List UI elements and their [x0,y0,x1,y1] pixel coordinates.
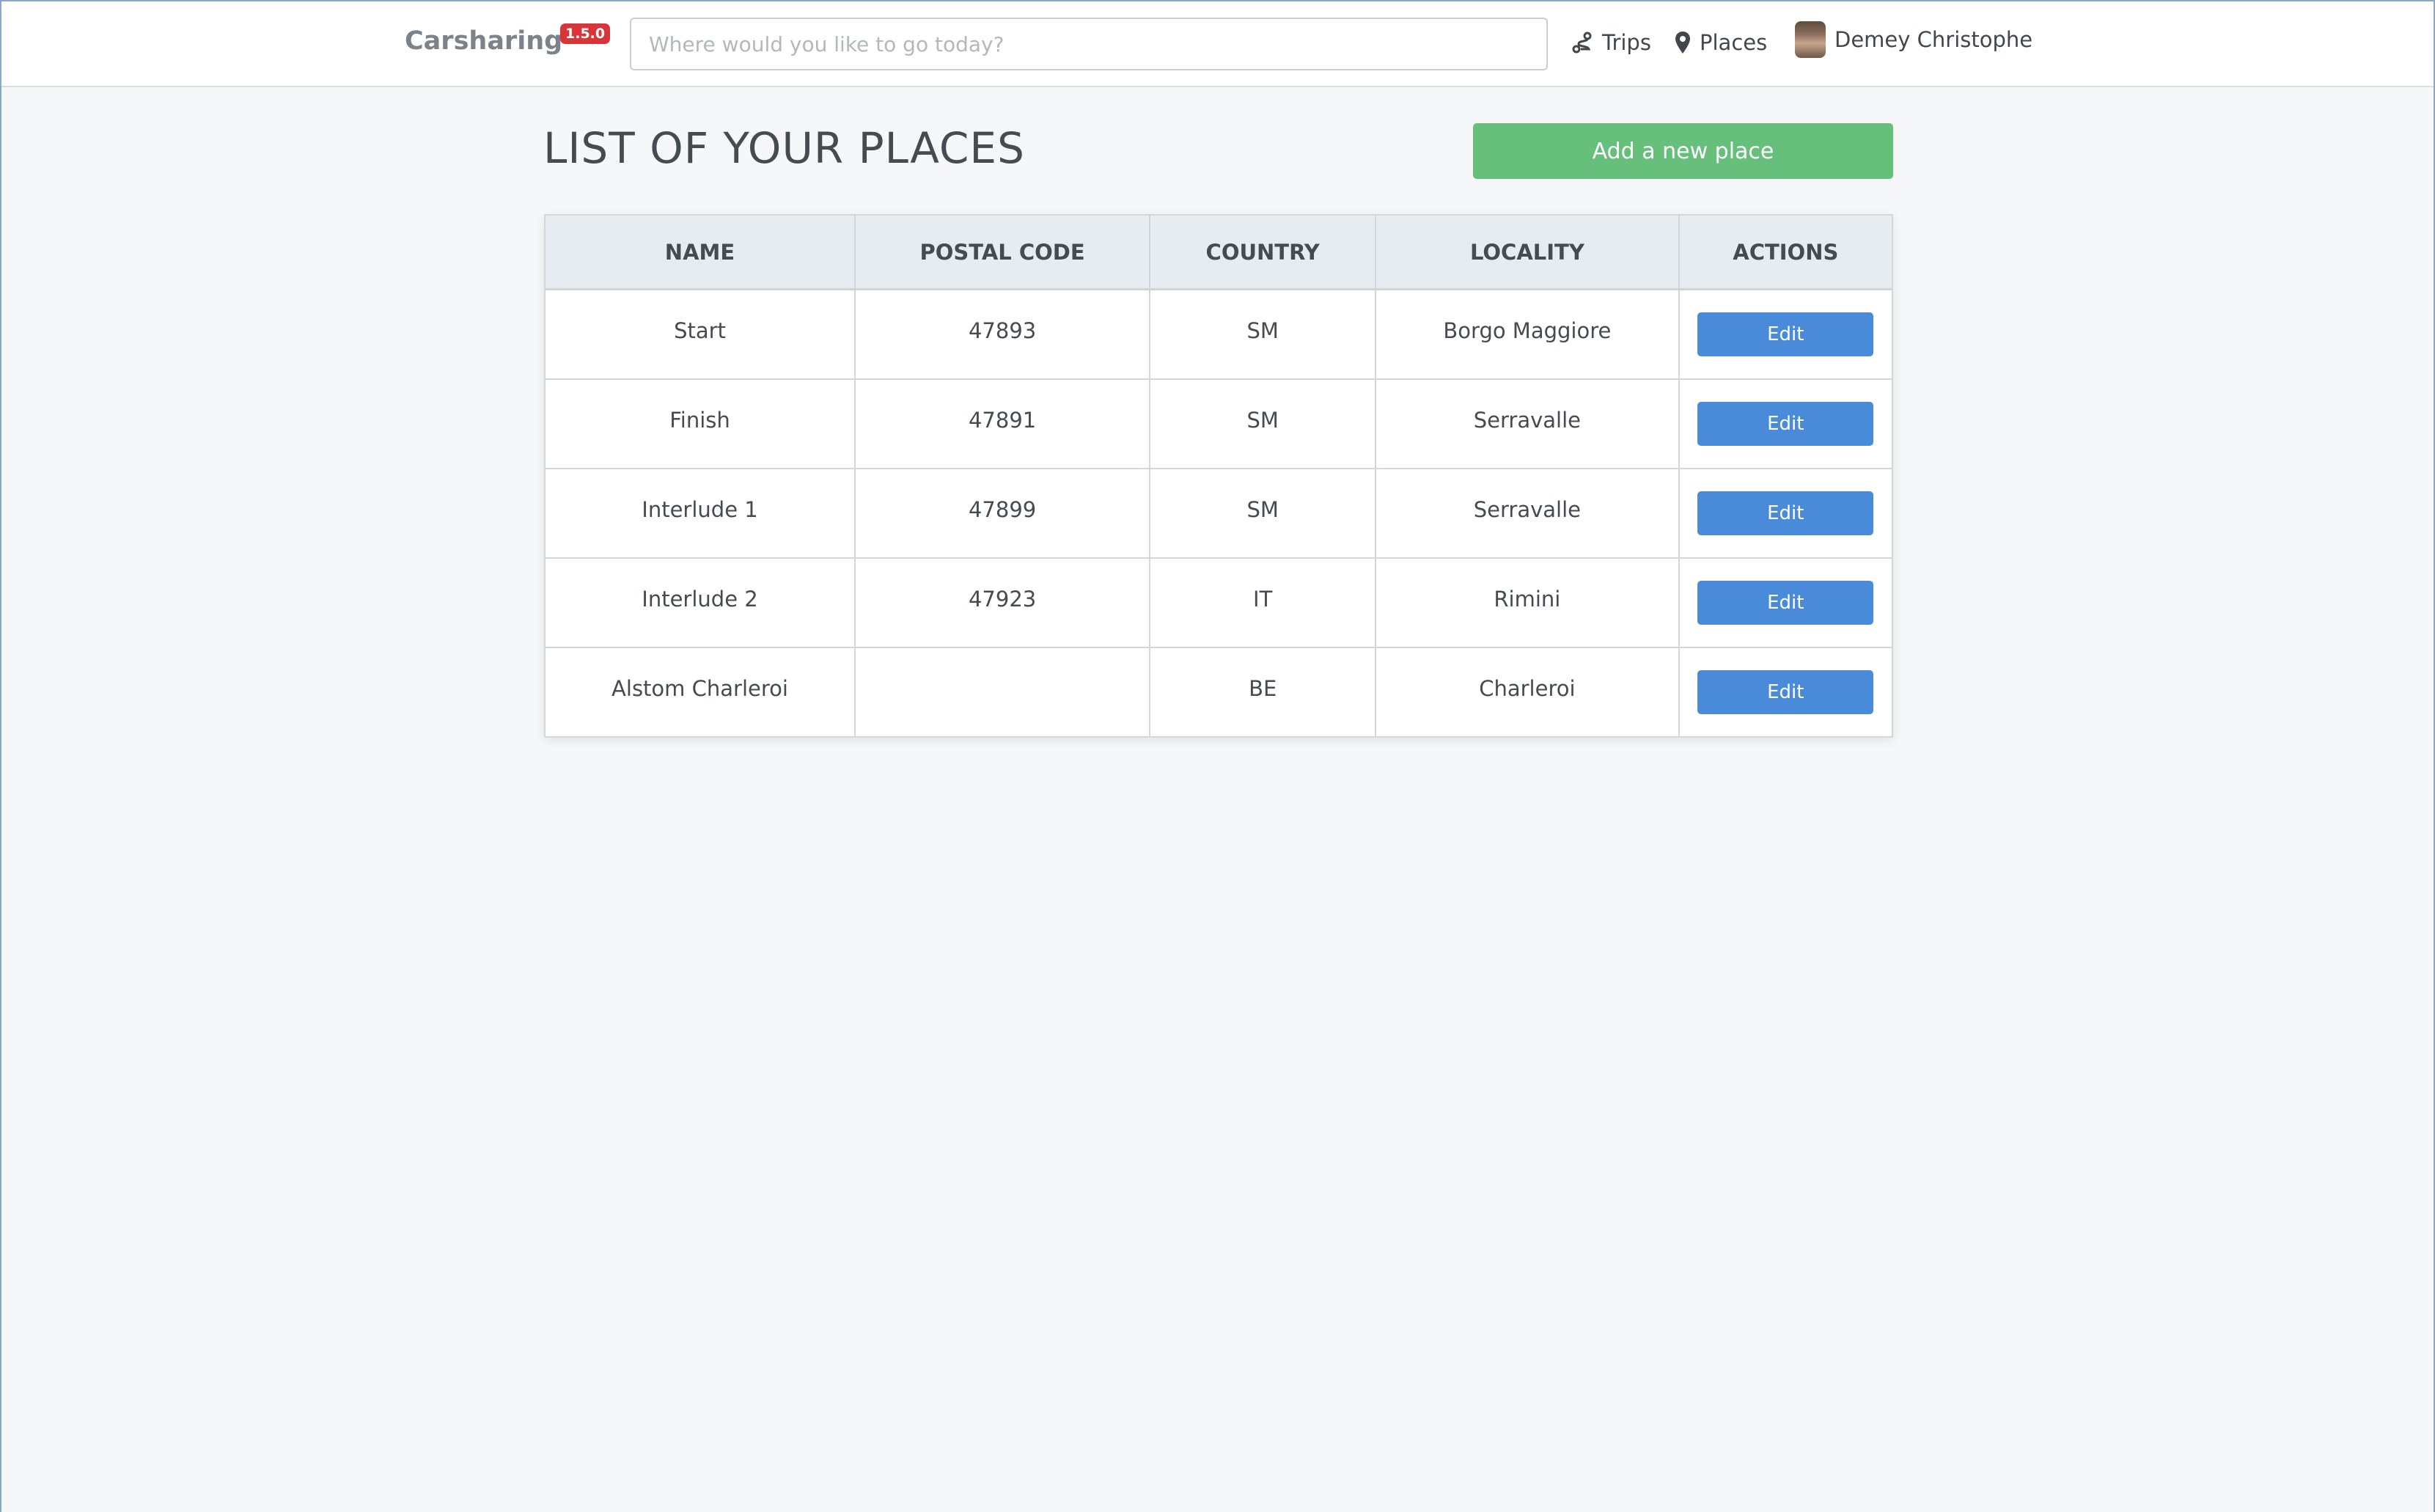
add-place-button[interactable]: Add a new place [1473,123,1893,179]
header-country: COUNTRY [1149,214,1377,290]
header-postal-code: POSTAL CODE [853,214,1151,290]
cell-locality: Rimini [1375,557,1680,648]
cell-actions: Edit [1678,468,1894,559]
avatar [1795,21,1826,58]
brand-logo[interactable]: Carsharing [405,26,562,56]
cell-actions: Edit [1678,288,1894,380]
cell-country: SM [1149,288,1377,380]
cell-country: SM [1149,378,1377,469]
cell-name: Start [544,288,856,380]
route-icon [1571,32,1593,54]
cell-actions: Edit [1678,378,1894,469]
places-table: NAME POSTAL CODE COUNTRY LOCALITY ACTION… [544,214,1894,738]
cell-name: Finish [544,378,856,469]
cell-postal-code: 47899 [853,468,1151,559]
cell-country: BE [1149,647,1377,738]
cell-locality: Serravalle [1375,468,1680,559]
search-input[interactable] [630,18,1548,70]
cell-name: Interlude 1 [544,468,856,559]
edit-button[interactable]: Edit [1697,312,1874,356]
cell-actions: Edit [1678,647,1894,738]
header-name: NAME [544,214,856,290]
map-marker-icon [1675,31,1691,54]
cell-name: Alstom Charleroi [544,647,856,738]
edit-button[interactable]: Edit [1697,581,1874,625]
nav-trips-link[interactable]: Trips [1571,28,1651,57]
user-name: Demey Christophe [1834,27,2033,52]
table-row: Start 47893 SM Borgo Maggiore Edit [544,288,1894,380]
edit-button[interactable]: Edit [1697,491,1874,535]
table-row: Alstom Charleroi BE Charleroi Edit [544,647,1894,738]
cell-country: IT [1149,557,1377,648]
version-badge: 1.5.0 [560,23,611,44]
header-locality: LOCALITY [1375,214,1680,290]
header-actions: ACTIONS [1678,214,1894,290]
cell-postal-code: 47893 [853,288,1151,380]
page-title: LIST OF YOUR PLACES [543,123,1025,173]
edit-button[interactable]: Edit [1697,670,1874,714]
navbar: Carsharing 1.5.0 Trips Places Demey Chri… [1,1,2434,87]
cell-actions: Edit [1678,557,1894,648]
cell-locality: Charleroi [1375,647,1680,738]
table-row: Interlude 1 47899 SM Serravalle Edit [544,468,1894,559]
table-header-row: NAME POSTAL CODE COUNTRY LOCALITY ACTION… [544,214,1894,290]
cell-country: SM [1149,468,1377,559]
cell-postal-code: 47923 [853,557,1151,648]
nav-places-label: Places [1700,30,1768,55]
nav-trips-label: Trips [1602,30,1651,55]
cell-locality: Borgo Maggiore [1375,288,1680,380]
table-row: Finish 47891 SM Serravalle Edit [544,378,1894,469]
cell-locality: Serravalle [1375,378,1680,469]
nav-user-menu[interactable]: Demey Christophe [1795,21,2033,58]
cell-name: Interlude 2 [544,557,856,648]
cell-postal-code: 47891 [853,378,1151,469]
nav-places-link[interactable]: Places [1675,28,1767,57]
table-row: Interlude 2 47923 IT Rimini Edit [544,557,1894,648]
edit-button[interactable]: Edit [1697,402,1874,446]
cell-postal-code [853,647,1151,738]
